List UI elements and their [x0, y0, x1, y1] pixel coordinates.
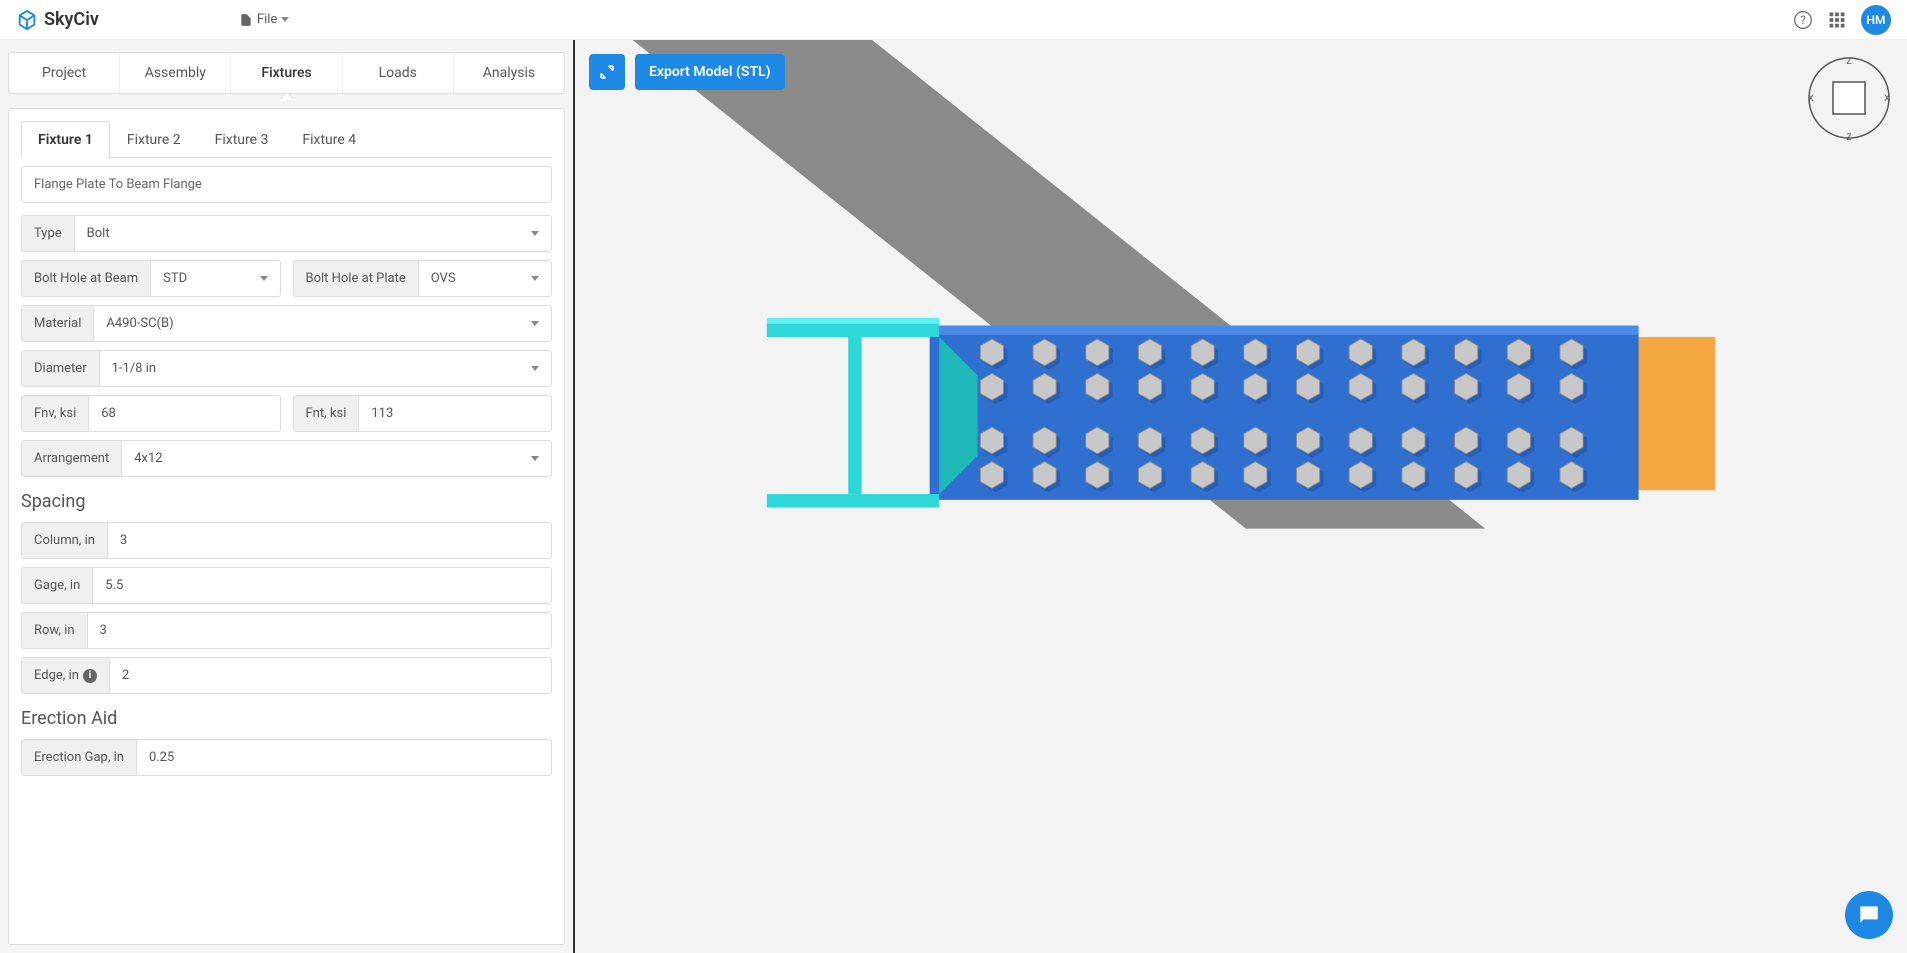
- avatar-initials: HM: [1867, 13, 1886, 27]
- apps-grid-icon: [1828, 11, 1846, 29]
- file-menu[interactable]: File: [239, 12, 289, 27]
- chat-button[interactable]: [1845, 891, 1893, 939]
- type-field: Type Bolt: [21, 215, 552, 252]
- chevron-down-icon: [260, 276, 268, 281]
- svg-text:X: X: [1884, 94, 1890, 104]
- svg-text:?: ?: [1800, 13, 1806, 27]
- row-input[interactable]: [88, 613, 551, 648]
- arrangement-label: Arrangement: [22, 441, 122, 476]
- app-root: SkyCiv File ? HM Project As: [0, 0, 1907, 953]
- tab-analysis[interactable]: Analysis: [454, 53, 564, 93]
- help-icon: ?: [1793, 10, 1813, 30]
- diameter-label: Diameter: [22, 351, 100, 386]
- bolt-hole-beam-label: Bolt Hole at Beam: [22, 261, 151, 296]
- tab-loads[interactable]: Loads: [343, 53, 454, 93]
- main-tabs: Project Assembly Fixtures Loads Analysis: [8, 52, 565, 94]
- file-icon: [239, 13, 253, 27]
- arrangement-select[interactable]: 4x12: [122, 441, 551, 476]
- type-label: Type: [22, 216, 75, 251]
- spacing-header: Spacing: [21, 491, 552, 512]
- edge-input[interactable]: [110, 658, 551, 693]
- diameter-field: Diameter 1-1/8 in: [21, 350, 552, 387]
- gage-label: Gage, in: [22, 568, 93, 603]
- fnv-input[interactable]: [89, 396, 279, 431]
- chat-icon: [1856, 902, 1882, 928]
- subtab-fixture-1[interactable]: Fixture 1: [21, 121, 110, 158]
- chevron-down-icon: [281, 17, 289, 22]
- fnv-label: Fnv, ksi: [22, 396, 89, 431]
- svg-text:X: X: [1808, 94, 1814, 104]
- fnt-label: Fnt, ksi: [294, 396, 360, 431]
- tab-project[interactable]: Project: [9, 53, 120, 93]
- type-select[interactable]: Bolt: [75, 216, 551, 251]
- brand-name: SkyCiv: [44, 9, 99, 30]
- fixture-description: Flange Plate To Beam Flange: [21, 166, 552, 203]
- apps-button[interactable]: [1827, 10, 1847, 30]
- i-beam-section: [767, 318, 978, 508]
- scene-3d[interactable]: [575, 40, 1907, 953]
- topbar: SkyCiv File ? HM: [0, 0, 1907, 40]
- main: Project Assembly Fixtures Loads Analysis…: [0, 40, 1907, 953]
- help-button[interactable]: ?: [1793, 10, 1813, 30]
- edge-field: Edge, in i: [21, 657, 552, 694]
- flange-plate-top: [930, 325, 1639, 335]
- diameter-select[interactable]: 1-1/8 in: [100, 351, 551, 386]
- topbar-right: ? HM: [1793, 5, 1891, 35]
- expand-icon: [598, 63, 616, 81]
- material-field: Material A490-SC(B): [21, 305, 552, 342]
- subtab-fixture-2[interactable]: Fixture 2: [110, 121, 198, 158]
- file-menu-label: File: [257, 12, 277, 27]
- arrangement-field: Arrangement 4x12: [21, 440, 552, 477]
- bolt-hole-plate-field: Bolt Hole at Plate OVS: [293, 260, 553, 297]
- bolt-hole-plate-select[interactable]: OVS: [419, 261, 551, 296]
- bolt-hole-plate-label: Bolt Hole at Plate: [294, 261, 419, 296]
- chevron-down-icon: [531, 276, 539, 281]
- brand-logo[interactable]: SkyCiv: [16, 9, 99, 31]
- bolt-hole-beam-field: Bolt Hole at Beam STD: [21, 260, 281, 297]
- user-avatar[interactable]: HM: [1861, 5, 1891, 35]
- svg-text:Z: Z: [1846, 133, 1852, 142]
- erection-header: Erection Aid: [21, 708, 552, 729]
- edge-label: Edge, in i: [22, 658, 110, 693]
- subtab-fixture-3[interactable]: Fixture 3: [198, 121, 286, 158]
- viewport-3d[interactable]: Export Model (STL) Z Z X X: [575, 40, 1907, 953]
- column-label: Column, in: [22, 523, 108, 558]
- material-select[interactable]: A490-SC(B): [94, 306, 551, 341]
- fnt-input[interactable]: [359, 396, 551, 431]
- tab-assembly[interactable]: Assembly: [120, 53, 231, 93]
- fnv-field: Fnv, ksi: [21, 395, 281, 432]
- chevron-down-icon: [531, 366, 539, 371]
- chevron-down-icon: [531, 456, 539, 461]
- skyciv-logo-icon: [16, 9, 38, 31]
- bolt-hole-beam-select[interactable]: STD: [151, 261, 279, 296]
- chevron-down-icon: [531, 321, 539, 326]
- row-label: Row, in: [22, 613, 88, 648]
- export-model-button[interactable]: Export Model (STL): [635, 54, 785, 90]
- fixture-sub-tabs: Fixture 1 Fixture 2 Fixture 3 Fixture 4: [21, 121, 552, 158]
- svg-text:Z: Z: [1846, 57, 1852, 67]
- info-icon[interactable]: i: [83, 669, 97, 683]
- gage-field: Gage, in: [21, 567, 552, 604]
- erection-gap-input[interactable]: [137, 740, 551, 775]
- expand-viewport-button[interactable]: [589, 54, 625, 90]
- subtab-fixture-4[interactable]: Fixture 4: [285, 121, 373, 158]
- row-field: Row, in: [21, 612, 552, 649]
- axis-orientation-widget[interactable]: Z Z X X: [1805, 54, 1893, 142]
- gage-input[interactable]: [93, 568, 551, 603]
- material-label: Material: [22, 306, 94, 341]
- sidebar: Project Assembly Fixtures Loads Analysis…: [0, 40, 575, 953]
- tab-fixtures[interactable]: Fixtures: [231, 53, 342, 93]
- column-input[interactable]: [108, 523, 551, 558]
- erection-gap-label: Erection Gap, in: [22, 740, 137, 775]
- viewport-toolbar: Export Model (STL): [589, 54, 785, 90]
- erection-gap-field: Erection Gap, in: [21, 739, 552, 776]
- chevron-down-icon: [531, 231, 539, 236]
- column-field: Column, in: [21, 522, 552, 559]
- fixture-panel: Fixture 1 Fixture 2 Fixture 3 Fixture 4 …: [8, 108, 565, 945]
- fnt-field: Fnt, ksi: [293, 395, 553, 432]
